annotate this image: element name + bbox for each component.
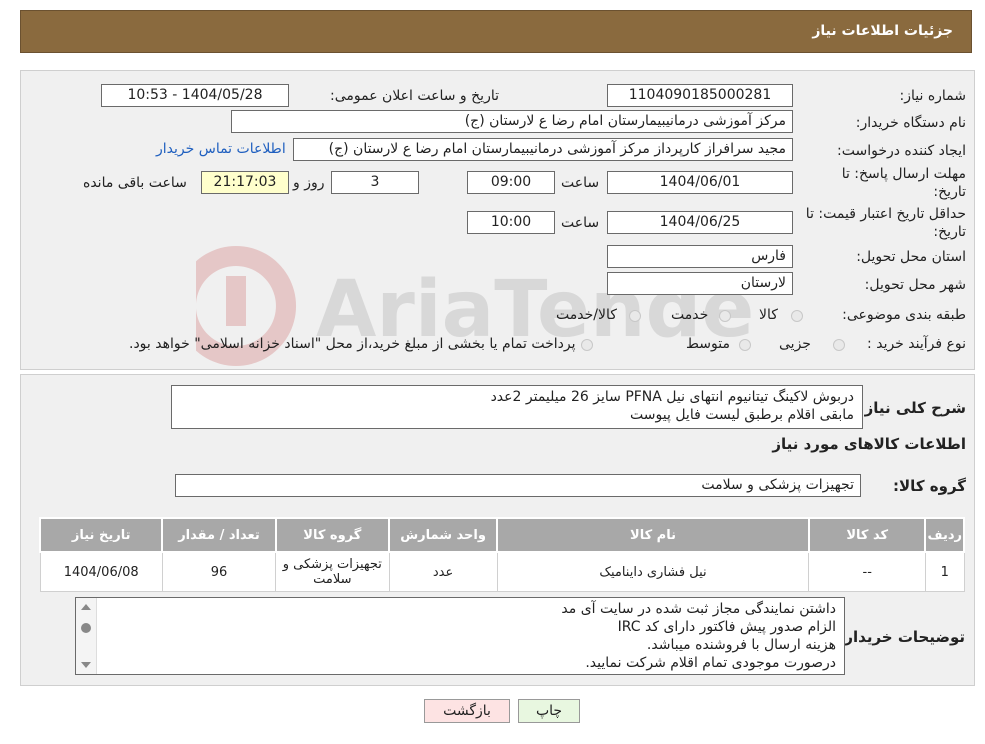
announce-label: تاریخ و ساعت اعلان عمومی: xyxy=(330,88,499,104)
deadline-label-2: تاریخ: xyxy=(933,184,966,200)
validity-label-2: تاریخ: xyxy=(933,224,966,240)
radio-medium-label: متوسط xyxy=(686,336,730,352)
announce-field: 1404/05/28 - 10:53 xyxy=(101,84,289,107)
col-quantity: تعداد / مقدار xyxy=(161,517,277,553)
province-field: فارس xyxy=(607,245,793,268)
deadline-time-label: ساعت xyxy=(561,175,600,191)
city-field: لارستان xyxy=(607,272,793,295)
col-need-date: تاریخ نیاز xyxy=(38,517,164,553)
scrollbar-arrows-icon xyxy=(81,604,91,668)
cell-row: 1 xyxy=(924,551,965,592)
cell-group: تجهیزات پزشکی و سلامت xyxy=(275,551,390,592)
radio-service[interactable] xyxy=(719,310,731,322)
category-label: طبقه بندی موضوعی: xyxy=(842,307,966,323)
col-row: ردیف xyxy=(924,517,965,553)
radio-minor-label: جزیی xyxy=(779,336,811,352)
col-code: کد کالا xyxy=(807,517,927,553)
page-title: جزئیات اطلاعات نیاز xyxy=(812,23,953,39)
description-field: دربوش لاکینگ تیتانیوم انتهای نیل PFNA سا… xyxy=(171,385,863,429)
notes-line-2: الزام صدور پیش فاکتور دارای کد IRC xyxy=(617,619,836,635)
notes-scrollbar[interactable] xyxy=(76,598,97,674)
need-number-field: 1104090185000281 xyxy=(607,84,793,107)
days-label: روز و xyxy=(293,175,325,191)
col-group: گروه کالا xyxy=(274,517,391,553)
radio-goods-label: کالا xyxy=(759,307,778,323)
watermark-logo-bar xyxy=(226,276,246,326)
description-line-1: دربوش لاکینگ تیتانیوم انتهای نیل PFNA سا… xyxy=(490,389,854,405)
radio-goods-service-label: کالا/خدمت xyxy=(556,307,617,323)
creator-label: ایجاد کننده درخواست: xyxy=(837,143,966,159)
back-button[interactable]: بازگشت xyxy=(424,699,510,723)
process-label: نوع فرآیند خرید : xyxy=(867,336,966,352)
days-field: 3 xyxy=(331,171,419,194)
radio-goods[interactable] xyxy=(791,310,803,322)
deadline-label: مهلت ارسال پاسخ: تا xyxy=(841,166,966,182)
goods-group-field: تجهیزات پزشکی و سلامت xyxy=(175,474,861,497)
deadline-time-field: 09:00 xyxy=(467,171,555,194)
buyer-org-label: نام دستگاه خریدار: xyxy=(855,115,966,131)
creator-field: مجید سرافراز کارپرداز مرکز آموزشی درمانی… xyxy=(293,138,793,161)
radio-treasury[interactable] xyxy=(581,339,593,351)
buyer-notes-field[interactable]: داشتن نمایندگی مجاز ثبت شده در سایت آی م… xyxy=(75,597,845,675)
notes-line-4: درصورت موجودی تمام اقلام شرکت نمایید. xyxy=(585,655,836,671)
goods-section-title: اطلاعات کالاهای مورد نیاز xyxy=(772,435,966,453)
goods-table: ردیف کد کالا نام کالا واحد شمارش گروه کا… xyxy=(38,517,965,592)
col-unit: واحد شمارش xyxy=(388,517,499,553)
need-number-label: شماره نیاز: xyxy=(899,88,967,104)
cell-name: نیل فشاری داینامیک xyxy=(496,551,810,592)
buyer-contact-link[interactable]: اطلاعات تماس خریدار xyxy=(156,141,286,157)
cell-unit: عدد xyxy=(388,551,498,592)
remaining-label: ساعت باقی مانده xyxy=(83,175,187,191)
page-header: جزئیات اطلاعات نیاز xyxy=(20,10,972,53)
remaining-time-field: 21:17:03 xyxy=(201,171,289,194)
deadline-date-field: 1404/06/01 xyxy=(607,171,793,194)
cell-code: -- xyxy=(808,551,926,592)
notes-line-1: داشتن نمایندگی مجاز ثبت شده در سایت آی م… xyxy=(561,601,836,617)
cell-need-date: 1404/06/08 xyxy=(39,551,163,592)
buyer-notes-label: توضیحات خریدار: xyxy=(838,628,965,646)
table-row: 1 -- نیل فشاری داینامیک عدد تجهیزات پزشک… xyxy=(39,551,965,592)
col-name: نام کالا xyxy=(496,517,810,553)
goods-group-label: گروه کالا: xyxy=(893,477,966,495)
radio-minor[interactable] xyxy=(833,339,845,351)
cell-quantity: 96 xyxy=(161,551,277,592)
description-line-2: مابقی اقلام برطبق لیست فایل پیوست xyxy=(630,407,854,423)
need-info-panel: AriaTender.neT شماره نیاز: 1104090185000… xyxy=(20,70,975,370)
buyer-org-field: مرکز آموزشی درمانیبیمارستان امام رضا ع ل… xyxy=(231,110,793,133)
goods-table-header: ردیف کد کالا نام کالا واحد شمارش گروه کا… xyxy=(38,517,965,553)
description-label: شرح کلی نیاز: xyxy=(858,399,966,417)
process-note: پرداخت تمام یا بخشی از مبلغ خرید،از محل … xyxy=(129,336,576,352)
radio-medium[interactable] xyxy=(739,339,751,351)
validity-label: حداقل تاریخ اعتبار قیمت: تا xyxy=(805,206,966,222)
province-label: استان محل تحویل: xyxy=(856,249,966,265)
validity-time-field: 10:00 xyxy=(467,211,555,234)
radio-service-label: خدمت xyxy=(671,307,709,323)
city-label: شهر محل تحویل: xyxy=(864,277,966,293)
validity-date-field: 1404/06/25 xyxy=(607,211,793,234)
radio-goods-service[interactable] xyxy=(629,310,641,322)
print-button[interactable]: چاپ xyxy=(518,699,580,723)
validity-time-label: ساعت xyxy=(561,215,600,231)
notes-line-3: هزینه ارسال با فروشنده میباشد. xyxy=(646,637,836,653)
